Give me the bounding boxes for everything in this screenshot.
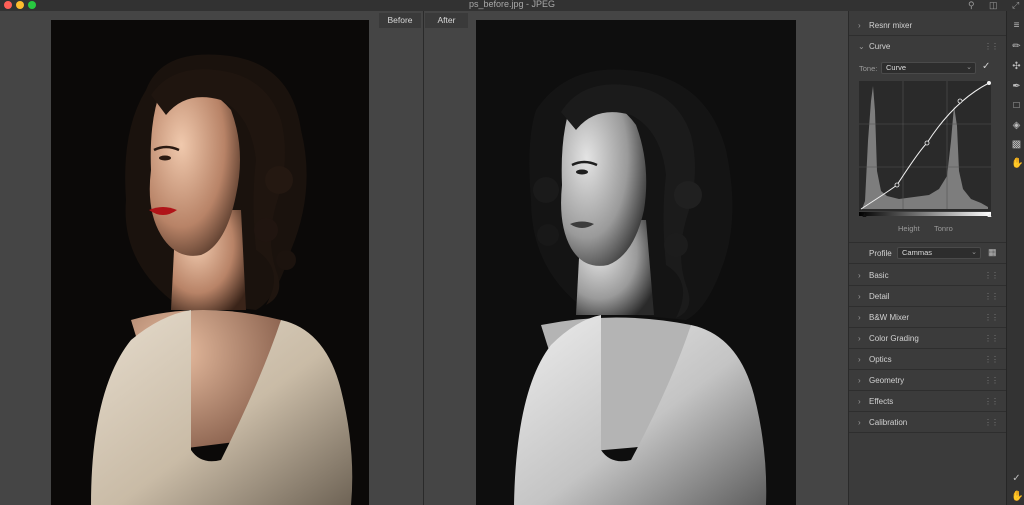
section-label: B&W Mixer	[869, 313, 909, 322]
after-portrait-illustration	[514, 69, 767, 505]
chevron-right-icon: ›	[858, 418, 861, 427]
curve-axis-right-label: Tonro	[934, 224, 953, 233]
grip-icon[interactable]: ⋮⋮	[984, 307, 999, 328]
section-detail[interactable]: › Detail ⋮⋮	[849, 286, 1006, 307]
profile-row: Profile Cammas ⌄ ▦	[849, 242, 1006, 264]
section-top-mixer[interactable]: › Resnr mixer	[849, 15, 1006, 36]
grip-icon[interactable]: ⋮⋮	[984, 286, 999, 307]
section-label: Detail	[869, 292, 890, 301]
expand-icon[interactable]: ⤢	[1012, 0, 1019, 11]
eyedropper-icon[interactable]: ✓	[982, 61, 990, 72]
profile-select[interactable]: Cammas ⌄	[897, 247, 981, 259]
chevron-right-icon: ›	[858, 397, 861, 406]
chevron-right-icon: ›	[858, 292, 861, 301]
tone-label: Tone:	[859, 64, 878, 73]
section-label: Color Grading	[869, 334, 919, 343]
hand-tool-icon[interactable]: ✋	[1011, 491, 1023, 502]
section-label: Curve	[869, 42, 891, 51]
section-label: Geometry	[869, 376, 905, 385]
section-optics[interactable]: › Optics ⋮⋮	[849, 349, 1006, 370]
grip-icon[interactable]: ⋮⋮	[984, 265, 999, 286]
window-titlebar: ps_before.jpg - JPEG ⚲ ◫ ⤢	[0, 0, 1024, 11]
window-title: ps_before.jpg - JPEG	[468, 0, 556, 9]
white-point-handle[interactable]: ▲	[986, 212, 993, 219]
chevron-right-icon: ›	[858, 334, 861, 343]
sliders-icon[interactable]: ≡	[1011, 20, 1022, 31]
split-divider[interactable]	[423, 11, 424, 505]
chevron-down-icon: ⌄	[966, 64, 972, 71]
grip-icon[interactable]: ⋮⋮	[984, 391, 999, 412]
section-label: Resnr mixer	[869, 21, 913, 30]
crop-icon[interactable]: □	[1011, 100, 1022, 111]
section-label: Calibration	[869, 418, 908, 427]
grip-icon[interactable]: ⋮⋮	[984, 412, 999, 433]
profile-label: Profile	[869, 249, 892, 258]
after-photo	[476, 20, 796, 505]
black-point-handle[interactable]: ▲	[861, 212, 868, 219]
profile-select-value: Cammas	[902, 248, 933, 257]
tone-select-value: Curve	[886, 63, 907, 72]
section-color-grading[interactable]: › Color Grading ⋮⋮	[849, 328, 1006, 349]
tab-after[interactable]: After	[425, 13, 468, 28]
section-effects[interactable]: › Effects ⋮⋮	[849, 391, 1006, 412]
brush-icon[interactable]: ✒	[1011, 81, 1022, 92]
black-point-slider[interactable]	[859, 212, 991, 216]
curve-histogram	[859, 81, 991, 210]
panels-icon[interactable]: ◫	[989, 0, 998, 11]
section-calibration[interactable]: › Calibration ⋮⋮	[849, 412, 1006, 433]
before-portrait-illustration	[91, 54, 353, 505]
curve-graph[interactable]	[859, 81, 991, 211]
tone-select[interactable]: Curve ⌄	[881, 62, 976, 74]
grip-icon[interactable]: ⋮⋮	[984, 328, 999, 349]
layers-icon[interactable]: ◈	[1011, 120, 1022, 131]
profile-browser-icon[interactable]: ▦	[988, 247, 997, 258]
chevron-right-icon: ›	[858, 376, 861, 385]
section-label: Optics	[869, 355, 892, 364]
eyedropper-tool-icon[interactable]: ✓	[1011, 473, 1022, 484]
section-basic[interactable]: › Basic ⋮⋮	[849, 265, 1006, 286]
curve-axis-left-label: Height	[898, 224, 920, 233]
grip-icon[interactable]: ⋮⋮	[984, 349, 999, 370]
tool-strip: ≡ ✏ ✣ ✒ □ ◈ ▩ ✋ ✓ ✋	[1006, 11, 1024, 505]
wand-icon[interactable]: ✣	[1011, 61, 1022, 72]
chevron-right-icon: ›	[858, 355, 861, 364]
search-icon[interactable]: ⚲	[968, 0, 975, 11]
tab-before[interactable]: Before	[379, 13, 421, 28]
healing-brush-icon[interactable]: ✏	[1011, 41, 1022, 52]
section-label: Effects	[869, 397, 894, 406]
section-curve[interactable]: ⌄ Curve ⋮⋮	[849, 36, 1006, 57]
adjustments-panel: › Resnr mixer ⌄ Curve ⋮⋮ Tone: Curve ⌄ ✓…	[848, 11, 1006, 505]
hand-icon[interactable]: ✋	[1011, 158, 1023, 169]
grip-icon[interactable]: ⋮⋮	[984, 36, 999, 57]
presets-icon[interactable]: ▩	[1011, 139, 1022, 150]
grip-icon[interactable]: ⋮⋮	[984, 370, 999, 391]
chevron-down-icon: ⌄	[858, 42, 865, 51]
section-label: Basic	[869, 271, 889, 280]
chevron-right-icon: ›	[858, 21, 861, 30]
section-geometry[interactable]: › Geometry ⋮⋮	[849, 370, 1006, 391]
chevron-right-icon: ›	[858, 313, 861, 322]
section-b-w-mixer[interactable]: › B&W Mixer ⋮⋮	[849, 307, 1006, 328]
before-photo	[51, 20, 369, 505]
chevron-down-icon: ⌄	[971, 249, 977, 256]
chevron-right-icon: ›	[858, 271, 861, 280]
